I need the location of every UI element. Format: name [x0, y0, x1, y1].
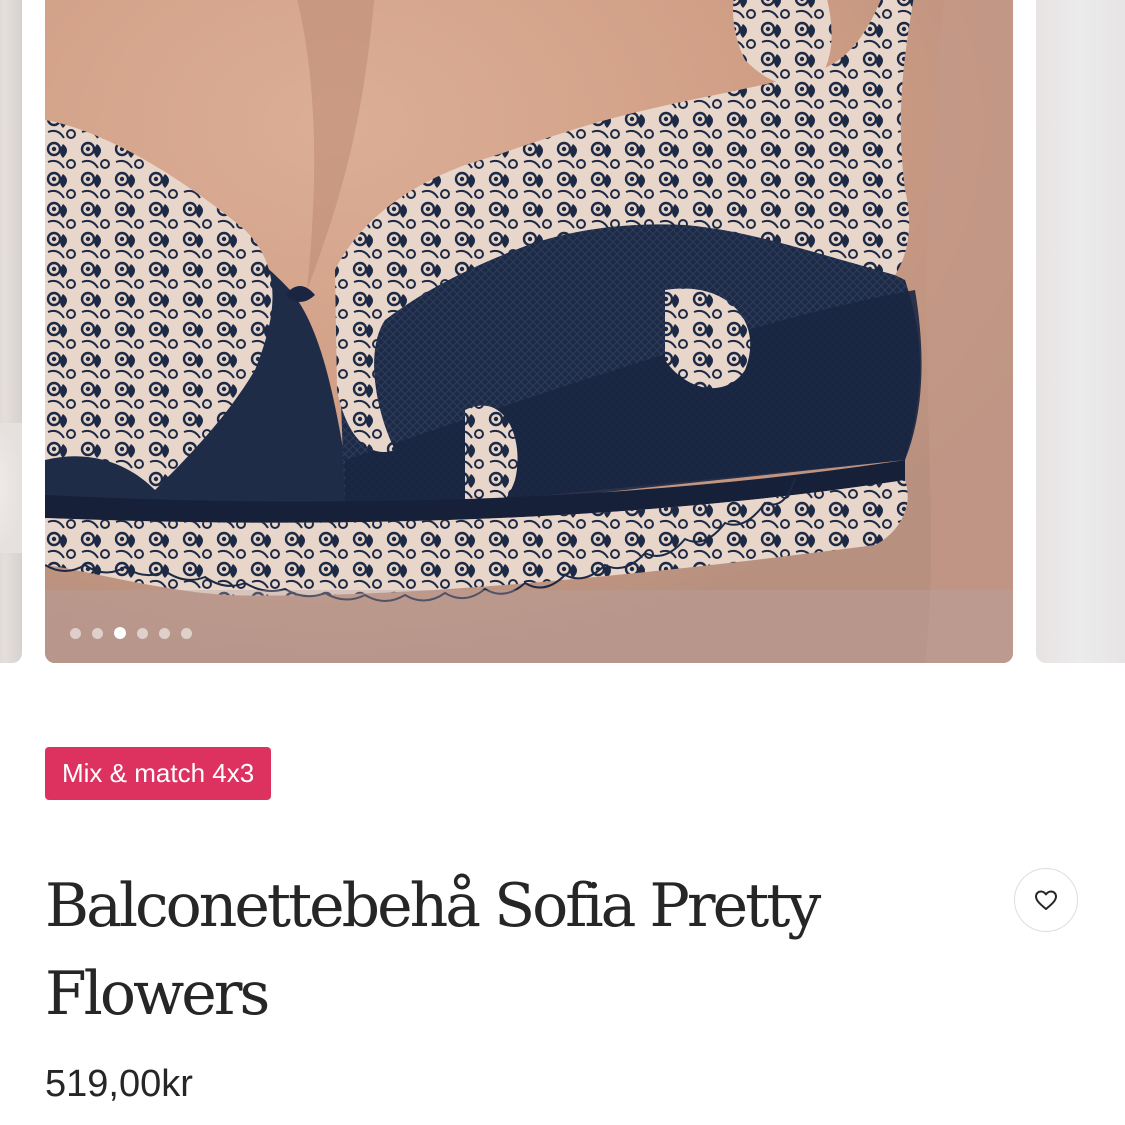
carousel-dot[interactable]: [159, 627, 170, 639]
carousel-pagination: [70, 627, 192, 639]
bra-illustration: [45, 0, 1013, 663]
carousel-dot[interactable]: [137, 627, 148, 639]
next-slide-peek[interactable]: [1036, 0, 1125, 663]
carousel-dot[interactable]: [181, 627, 192, 639]
product-page: Mix & match 4x3 Balconettebehå Sofia Pre…: [0, 0, 1125, 1125]
promo-badge[interactable]: Mix & match 4x3: [45, 747, 272, 800]
heart-outline-icon: [1035, 890, 1057, 910]
product-title: Balconettebehå Sofia Pretty Flowers: [45, 871, 821, 1029]
carousel-dot[interactable]: [92, 627, 103, 639]
previous-slide-peek[interactable]: [0, 0, 22, 663]
image-carousel[interactable]: [0, 0, 1125, 664]
carousel-dot-active[interactable]: [114, 627, 126, 639]
carousel-dot[interactable]: [70, 627, 81, 639]
product-price: 519,00kr: [45, 1063, 193, 1105]
favorite-button[interactable]: [1014, 868, 1078, 932]
product-image[interactable]: [45, 0, 1013, 663]
